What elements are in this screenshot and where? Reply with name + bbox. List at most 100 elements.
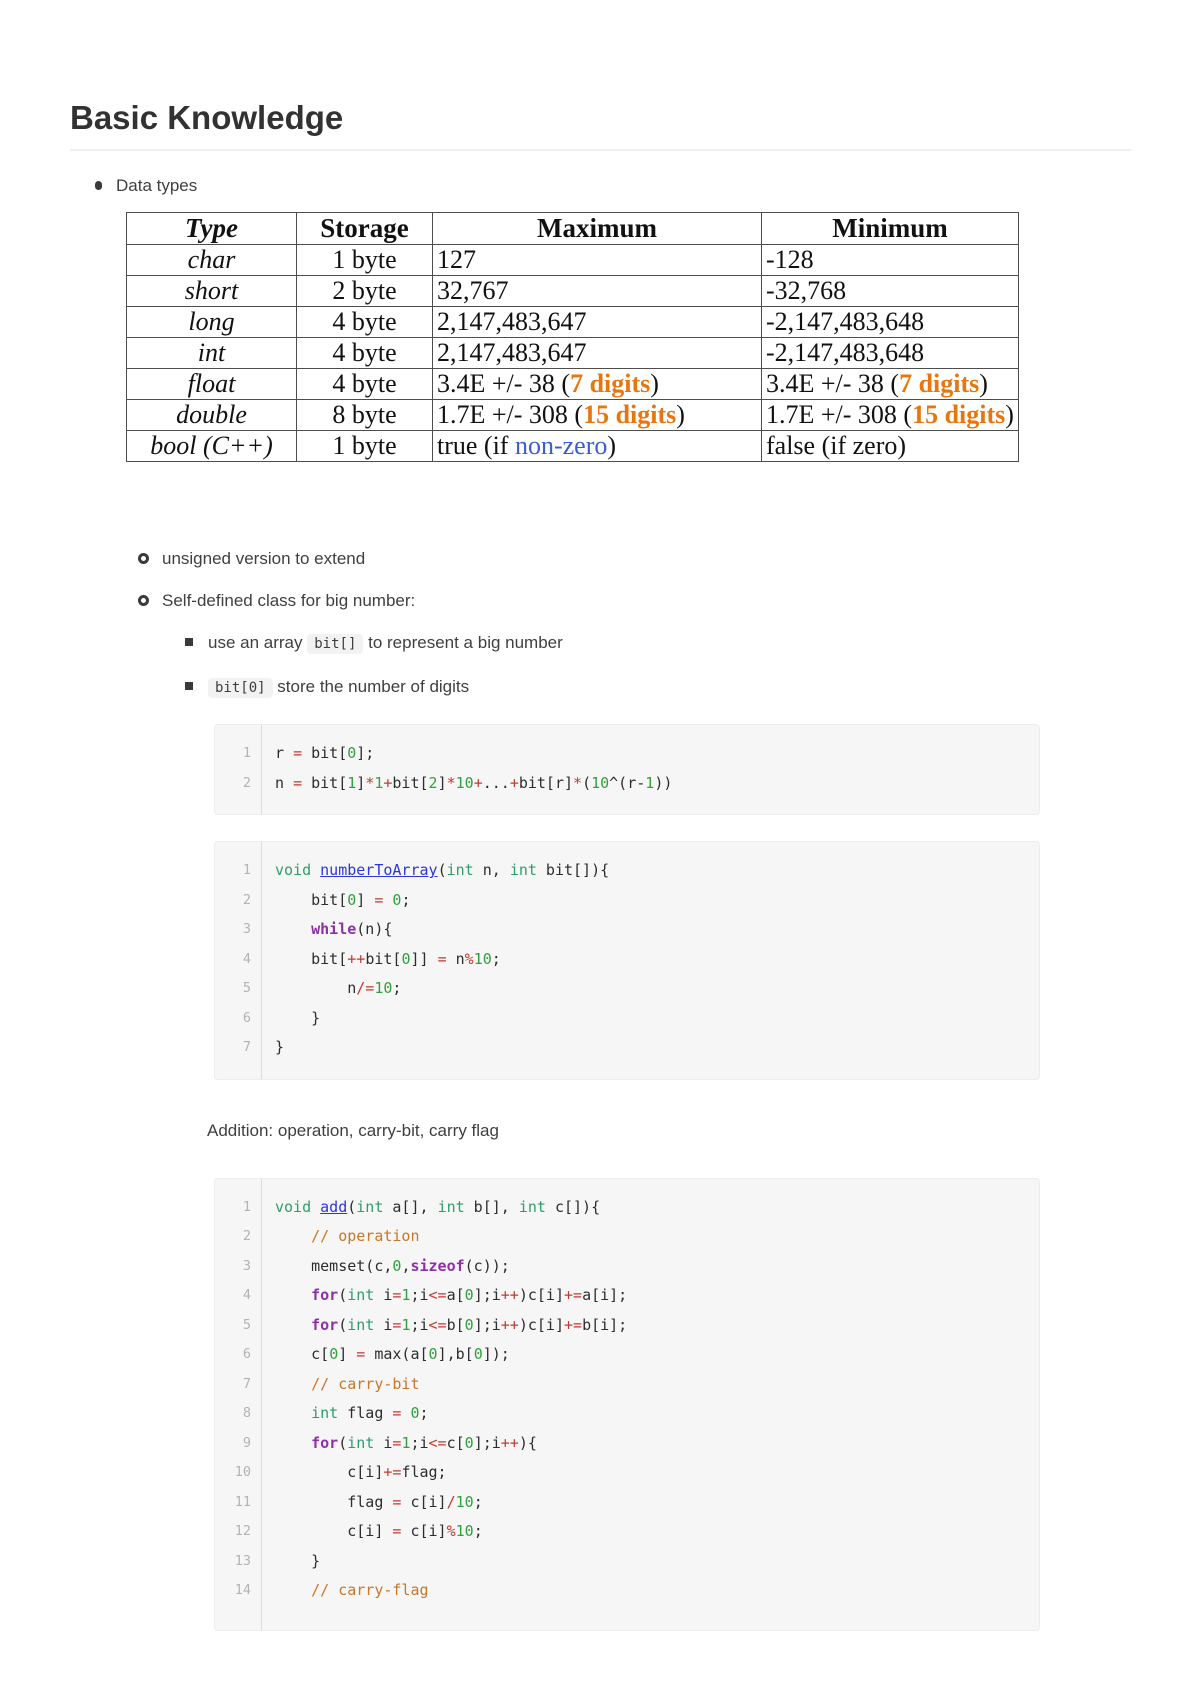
line-number: 5 [242, 980, 251, 996]
code-line: c[i]+=flag; [275, 1458, 1031, 1488]
table-row: char 1 byte 127 -128 [126, 244, 1019, 276]
code-token: 0 [464, 1286, 474, 1304]
code-token: bit[ [275, 949, 348, 968]
code-token: )c[i] [518, 1315, 564, 1334]
cell-minimum: -128 [761, 244, 1019, 276]
line-number: 2 [242, 774, 251, 791]
table-row: int 4 byte 2,147,483,647 -2,147,483,648 [126, 337, 1019, 369]
cell-maximum: 127 [432, 244, 762, 276]
code-token: ( [338, 1433, 348, 1452]
code-token: ; [392, 979, 402, 997]
code-token: i [374, 1433, 393, 1452]
cell-storage: 1 byte [296, 430, 433, 462]
text-segment: -128 [766, 245, 814, 275]
code-token: c[ [446, 1433, 465, 1452]
code-token: ] [338, 1345, 357, 1363]
table-row: bool (C++) 1 byte true (if non-zero) false … [126, 430, 1019, 462]
text-segment: 2,147,483,647 [437, 338, 587, 368]
code-token: a[], [383, 1197, 438, 1216]
code-token: 0 [473, 1345, 483, 1363]
list-item-label: bit[0] store the number of digits [208, 676, 469, 699]
code-line: for(int i=1;i<=a[0];i++)c[i]+=a[i]; [275, 1281, 1031, 1311]
cell-type: int [126, 337, 297, 369]
code-token: ];i [473, 1315, 501, 1334]
table-header: Type Storage Maximum Minimum [126, 212, 1019, 245]
text-segment: ) [607, 431, 617, 461]
cell-storage: 4 byte [296, 306, 433, 338]
code-token: c[i] [401, 1522, 447, 1540]
code-token: ;i [410, 1433, 429, 1452]
code-line: r = bit[0]; [275, 739, 1031, 769]
line-number-gutter: 1 2 3 4 5 6 7 8 9 10 11 12 13 14 [215, 1178, 262, 1630]
code-token: )) [654, 773, 673, 792]
code-token: += [383, 1463, 402, 1481]
circle-bullet-icon [138, 553, 149, 564]
code-token: b[], [464, 1197, 519, 1216]
code-line: flag = c[i]/10; [275, 1488, 1031, 1518]
line-number: 1 [242, 1198, 251, 1215]
cell-minimum: 1.7E +/- 308 (15 digits) [761, 399, 1019, 431]
code-token: ; [419, 1404, 429, 1422]
cell-maximum: 2,147,483,647 [432, 306, 762, 338]
code-token: sizeof [410, 1256, 465, 1275]
code-token: bit[ [275, 890, 348, 909]
cell-minimum: -32,768 [761, 275, 1019, 307]
code-line: } [275, 1004, 1031, 1034]
table-row: double 8 byte 1.7E +/- 308 (15 digits) 1.7E… [126, 399, 1019, 431]
column-header-type: Type [126, 212, 297, 245]
code-token: * [365, 773, 375, 792]
line-number: 6 [242, 1346, 251, 1362]
code-token: 10 [455, 1522, 474, 1540]
cell-minimum: -2,147,483,648 [761, 306, 1019, 338]
list-item-bit0: bit[0] store the number of digits [185, 676, 1131, 699]
line-number: 14 [234, 1582, 251, 1598]
sub-list: unsigned version to extend Self-defined … [70, 548, 1131, 699]
code-token: ];i [473, 1433, 501, 1452]
code-token: )c[i] [518, 1286, 564, 1304]
code-token: ++ [500, 1286, 519, 1304]
code-token: <= [428, 1433, 447, 1452]
code-token: int [446, 861, 474, 879]
code-token: c[]){ [545, 1197, 601, 1216]
column-header-storage: Storage [296, 212, 433, 245]
code-line: c[0] = max(a[0],b[0]); [275, 1340, 1031, 1370]
text-segment: false (if zero) [766, 431, 907, 461]
text-segment: 7 digits [899, 369, 980, 399]
code-token: void [275, 1197, 312, 1216]
code-token: c[i] [275, 1463, 384, 1481]
code-token: n [275, 773, 294, 792]
code-token: ]); [482, 1345, 510, 1363]
code-token: } [275, 1008, 321, 1027]
list-item-label: Data types [116, 176, 198, 195]
code-token: ( [582, 773, 592, 792]
code-token: 1 [347, 773, 357, 792]
list-item-label: unsigned version to extend [162, 549, 366, 568]
text-segment: -32,768 [766, 276, 847, 306]
code-token: bit[ [302, 773, 348, 792]
text-segment: non-zero [514, 431, 608, 461]
code-token: ],b[ [437, 1345, 474, 1363]
line-number: 6 [242, 1009, 251, 1026]
cell-type: char [126, 244, 297, 276]
circle-bullet-icon [138, 595, 149, 606]
line-number: 10 [234, 1464, 251, 1480]
line-number: 5 [242, 1316, 251, 1333]
code-token: int [509, 861, 537, 879]
code-token: ; [401, 890, 411, 909]
code-token: c[ [275, 1345, 330, 1363]
code-token: ^(r- [609, 773, 646, 792]
code-line: while(n){ [275, 915, 1031, 945]
code-token: ; [473, 1522, 483, 1540]
code-token: a[ [446, 1286, 465, 1304]
code-block-number-to-array: 1234567 void numberToArray(int n, int bi… [214, 841, 1040, 1080]
text-segment: 15 digits [912, 400, 1006, 430]
code-token: ;i [410, 1286, 429, 1304]
code-token: for [311, 1433, 339, 1452]
line-number: 8 [242, 1405, 251, 1421]
text-segment: ) [650, 369, 659, 399]
code-token: memset(c, [275, 1256, 393, 1275]
code-line: // operation [275, 1222, 1031, 1252]
code-token: flag [275, 1492, 393, 1511]
